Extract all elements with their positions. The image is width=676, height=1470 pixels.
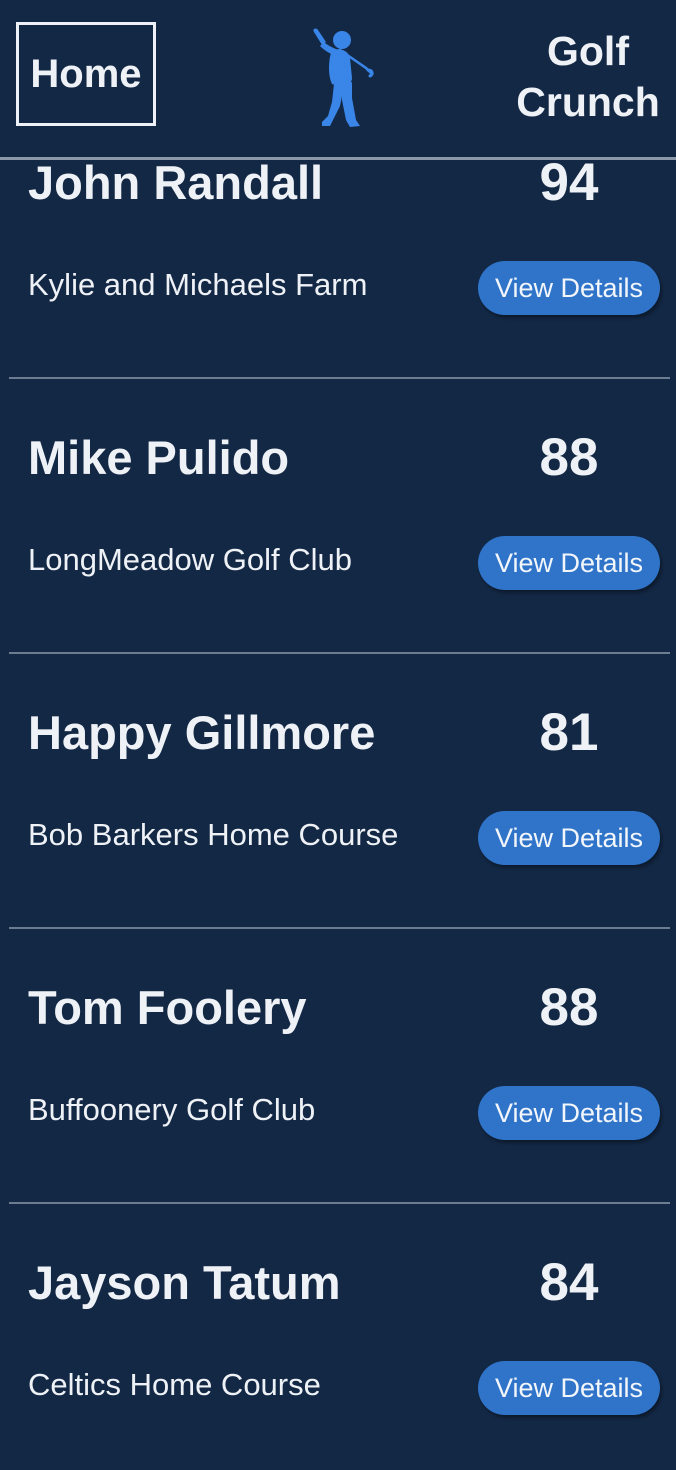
player-name: Mike Pulido [28,431,290,484]
course-name: Kylie and Michaels Farm [28,267,368,302]
golfer-swing-icon[interactable] [302,26,376,130]
page: John Randall 94 Kylie and Michaels Farm … [0,0,676,1470]
score: 84 [539,1253,599,1312]
home-button[interactable]: Home [16,22,156,126]
app-title: Golf Crunch [516,28,660,125]
round-item: Happy Gillmore 81 Bob Barkers Home Cours… [0,705,676,980]
round-item: Jayson Tatum 84 Celtics Home Course View… [0,1255,676,1470]
header-bar: Home Golf Crunch [0,0,676,160]
player-name: Tom Foolery [28,981,307,1034]
divider [9,377,670,379]
round-item: Mike Pulido 88 LongMeadow Golf Club View… [0,430,676,705]
view-details-button[interactable]: View Details [478,536,660,590]
view-details-button[interactable]: View Details [478,1361,660,1415]
round-item: John Randall 94 Kylie and Michaels Farm … [0,155,676,430]
score: 88 [539,978,599,1037]
score: 81 [539,703,599,762]
score: 94 [539,153,599,212]
course-name: Celtics Home Course [28,1367,321,1402]
score: 88 [539,428,599,487]
divider [9,1202,670,1204]
view-details-button[interactable]: View Details [478,811,660,865]
divider [9,652,670,654]
view-details-button[interactable]: View Details [478,1086,660,1140]
round-item: Tom Foolery 88 Buffoonery Golf Club View… [0,980,676,1255]
divider [9,927,670,929]
course-name: Bob Barkers Home Course [28,817,399,852]
player-name: Jayson Tatum [28,1256,341,1309]
view-details-button[interactable]: View Details [478,261,660,315]
player-name: John Randall [28,156,324,209]
course-name: Buffoonery Golf Club [28,1092,316,1127]
course-name: LongMeadow Golf Club [28,542,352,577]
player-name: Happy Gillmore [28,706,376,759]
